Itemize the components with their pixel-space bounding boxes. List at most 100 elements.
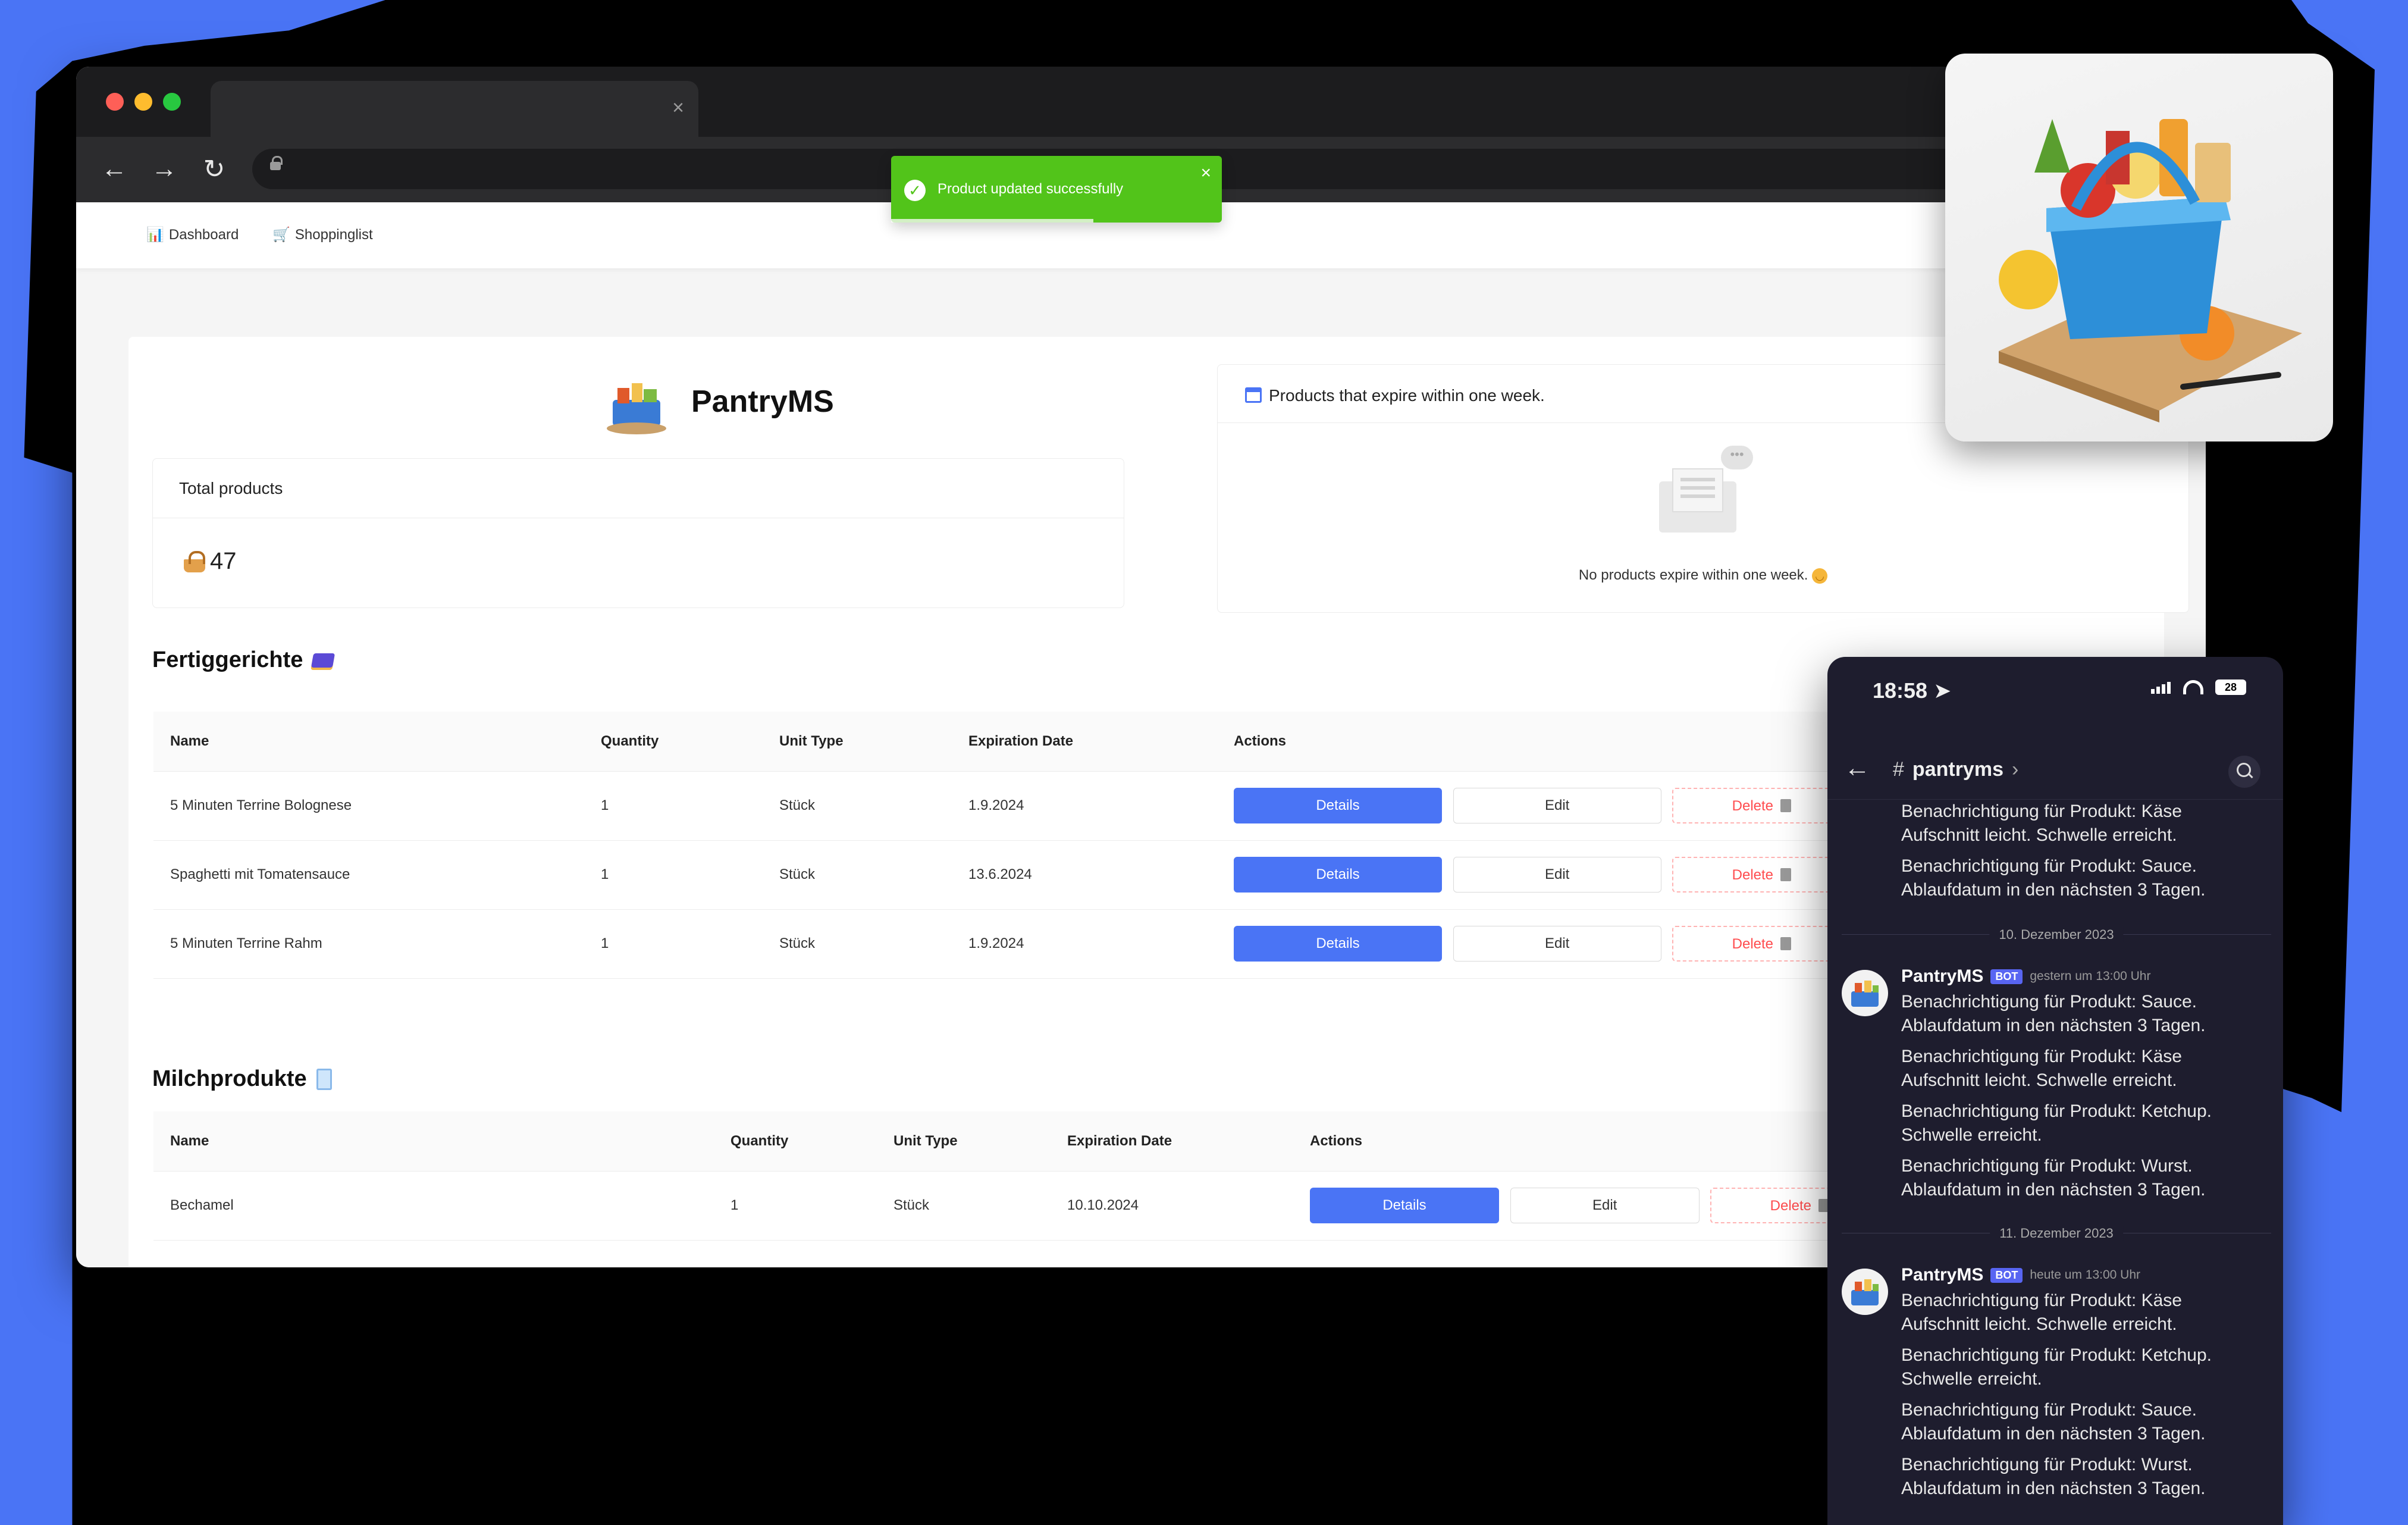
column-header: Quantity	[584, 712, 763, 772]
fertiggerichte-table: Name Quantity Unit Type Expiration Date …	[153, 712, 1908, 979]
message-text: Benachrichtigung für Produkt: Sauce. Abl…	[1901, 856, 2206, 900]
edit-button[interactable]: Edit	[1453, 926, 1661, 962]
section-title-text: Fertiggerichte	[152, 647, 303, 672]
column-header: Quantity	[714, 1111, 877, 1172]
column-header: Name	[153, 1111, 714, 1172]
channel-title[interactable]: # pantryms ›	[1893, 758, 2018, 781]
table-row: Bechamel 1 Stück 10.10.2024 Details Edit…	[153, 1171, 1908, 1241]
column-header: Unit Type	[877, 1111, 1051, 1172]
total-products-value: 47	[210, 548, 237, 574]
success-toast: ✓ Product updated successfully ×	[891, 156, 1222, 223]
bot-avatar[interactable]	[1842, 970, 1888, 1016]
table-row: Spaghetti mit Tomatensauce 1 Stück 13.6.…	[153, 840, 1908, 910]
date-divider-label: 11. Dezember 2023	[1990, 1226, 2123, 1241]
trash-icon	[1780, 799, 1792, 812]
back-arrow-icon[interactable]: ←	[1844, 753, 1870, 783]
message-author-row: PantryMS BOT gestern um 13:00 Uhr	[1901, 966, 2150, 987]
bot-badge: BOT	[1990, 969, 2023, 984]
edit-button[interactable]: Edit	[1510, 1188, 1700, 1223]
shopping-cart-icon: 🛒	[272, 227, 290, 243]
details-button[interactable]: Details	[1234, 857, 1442, 893]
nav-dashboard[interactable]: 📊 Dashboard	[146, 226, 239, 243]
milchprodukte-table: Name Quantity Unit Type Expiration Date …	[153, 1111, 1908, 1241]
bot-avatar[interactable]	[1842, 1269, 1888, 1315]
maximize-window-button[interactable]	[163, 93, 181, 111]
section-title-milchprodukte: Milchprodukte	[152, 1066, 332, 1092]
url-bar[interactable]	[252, 149, 2194, 189]
cell-quantity: 1	[714, 1171, 877, 1241]
cell-actions: Details Edit Delete	[1217, 771, 1908, 841]
delete-label: Delete	[1732, 867, 1774, 883]
column-header: Actions	[1293, 1111, 1908, 1172]
close-window-button[interactable]	[106, 93, 124, 111]
details-button[interactable]: Details	[1234, 926, 1442, 962]
empty-state-text: No products expire within one week. ◡	[1218, 567, 2188, 584]
minimize-window-button[interactable]	[134, 93, 152, 111]
cell-name: Bechamel	[153, 1171, 714, 1241]
table-row: 5 Minuten Terrine Rahm 1 Stück 1.9.2024 …	[153, 909, 1908, 979]
empty-inbox-illustration: •••	[1659, 446, 1754, 535]
tab-close-icon[interactable]: ×	[672, 98, 684, 118]
delete-button[interactable]: Delete	[1672, 926, 1851, 962]
reload-icon[interactable]: ↻	[197, 152, 231, 186]
calendar-icon	[1245, 387, 1262, 403]
bar-chart-icon: 📊	[146, 227, 164, 243]
book-icon	[311, 653, 336, 668]
date-divider: 10. Dezember 2023	[1842, 927, 2271, 942]
edit-button[interactable]: Edit	[1453, 788, 1661, 823]
expire-card-title: Products that expire within one week.	[1269, 386, 1545, 405]
cell-unit: Stück	[763, 840, 952, 910]
details-button[interactable]: Details	[1234, 788, 1442, 823]
cell-date: 1.9.2024	[952, 771, 1217, 841]
nav-shoppinglist[interactable]: 🛒 Shoppinglist	[272, 226, 373, 243]
brand-header: PantryMS	[600, 364, 834, 439]
lock-icon	[270, 156, 283, 170]
back-arrow-icon[interactable]: ←	[98, 152, 131, 186]
section-title-fertiggerichte: Fertiggerichte	[152, 647, 336, 673]
message-text: Benachrichtigung für Produkt: Wurst. Abl…	[1901, 1156, 2206, 1200]
milk-glass-icon	[316, 1068, 332, 1090]
search-icon[interactable]	[2228, 756, 2260, 788]
browser-titlebar: ×	[76, 67, 2206, 137]
delete-button[interactable]: Delete	[1672, 788, 1851, 823]
channel-header: ← # pantryms ›	[1827, 740, 2283, 800]
cell-quantity: 1	[584, 909, 763, 979]
hash-icon: #	[1893, 758, 1904, 781]
column-header: Unit Type	[763, 712, 952, 772]
message-text: Benachrichtigung für Produkt: Sauce. Abl…	[1901, 992, 2206, 1035]
column-header: Actions	[1217, 712, 1908, 772]
smile-icon: ◡	[1812, 568, 1828, 584]
message-timestamp: gestern um 13:00 Uhr	[2030, 969, 2151, 983]
browser-tab[interactable]: ×	[211, 81, 698, 137]
message-text: Benachrichtigung für Produkt: Ketchup. S…	[1901, 1101, 2212, 1145]
channel-name: pantryms	[1912, 758, 2003, 781]
edit-button[interactable]: Edit	[1453, 857, 1661, 893]
grocery-basket-image	[1945, 54, 2333, 441]
forward-arrow-icon[interactable]: →	[148, 152, 181, 186]
brand-name: PantryMS	[691, 384, 834, 419]
cell-unit: Stück	[763, 771, 952, 841]
section-title-text: Milchprodukte	[152, 1066, 307, 1091]
column-header: Expiration Date	[1051, 1111, 1293, 1172]
battery-icon: 28	[2215, 679, 2246, 695]
cell-date: 1.9.2024	[952, 909, 1217, 979]
details-button[interactable]: Details	[1310, 1188, 1499, 1223]
message-text: Benachrichtigung für Produkt: Ketchup. S…	[1901, 1345, 2212, 1389]
toast-close-icon[interactable]: ×	[1200, 163, 1211, 183]
check-circle-icon: ✓	[904, 180, 926, 201]
message-text: Benachrichtigung für Produkt: Käse Aufsc…	[1901, 1291, 2182, 1334]
cell-date: 10.10.2024	[1051, 1171, 1293, 1241]
delete-button[interactable]: Delete	[1672, 857, 1851, 893]
author-name[interactable]: PantryMS	[1901, 1265, 1983, 1285]
trash-icon	[1780, 937, 1792, 950]
author-name[interactable]: PantryMS	[1901, 966, 1983, 987]
status-icons: 28	[2151, 679, 2246, 695]
chevron-right-icon: ›	[2011, 758, 2019, 781]
signal-icon	[2151, 681, 2171, 694]
cell-unit: Stück	[763, 909, 952, 979]
nav-shoppinglist-label: Shoppinglist	[294, 226, 373, 243]
cell-quantity: 1	[584, 840, 763, 910]
toast-progress-bar	[891, 219, 1093, 223]
cell-name: Spaghetti mit Tomatensauce	[153, 840, 584, 910]
column-header: Name	[153, 712, 584, 772]
